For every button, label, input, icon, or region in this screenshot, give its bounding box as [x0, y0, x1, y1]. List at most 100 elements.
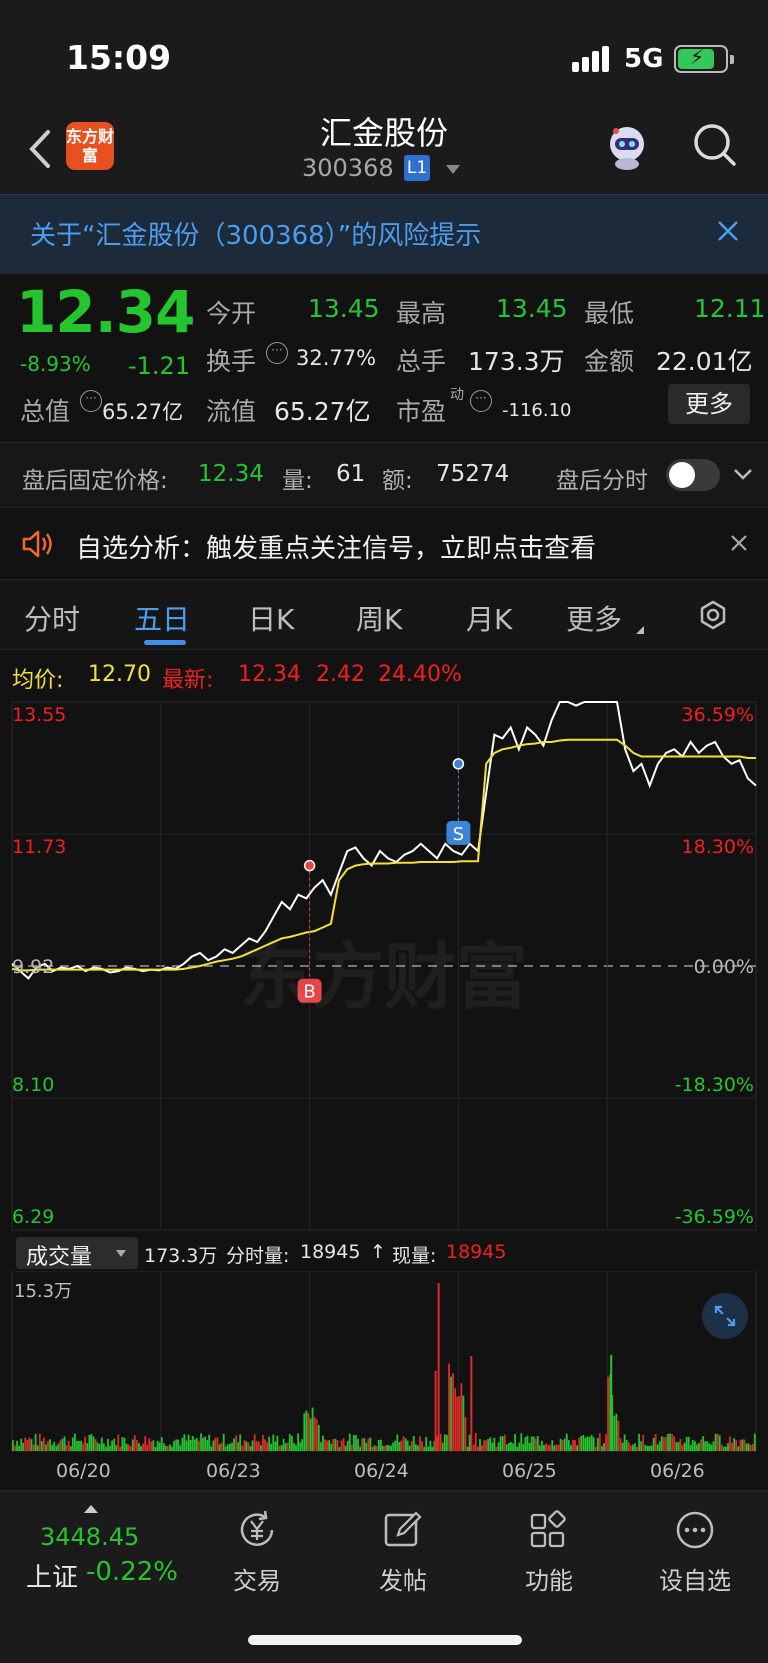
- nav-functions-label: 功能: [525, 1567, 573, 1595]
- signal-banner[interactable]: 自选分析：触发重点关注信号，立即点击查看: [0, 508, 768, 580]
- expand-button[interactable]: [702, 1293, 748, 1339]
- volume-bar: [307, 1413, 310, 1451]
- volume-bar: [293, 1443, 295, 1451]
- nav-functions[interactable]: 功能: [504, 1507, 594, 1607]
- nav-add-watchlist[interactable]: 设自选: [650, 1507, 740, 1607]
- volume-bar: [156, 1440, 159, 1451]
- volume-bar: [691, 1439, 694, 1451]
- volume-chart-svg: [11, 1271, 757, 1452]
- volume-bar: [237, 1442, 240, 1451]
- volume-bar: [410, 1441, 413, 1451]
- level-dropdown-icon[interactable]: [446, 165, 460, 174]
- volume-bar: [260, 1445, 262, 1451]
- volume-bar: [379, 1439, 382, 1451]
- signal-text[interactable]: 自选分析：触发重点关注信号，立即点击查看: [76, 528, 596, 565]
- volume-bar: [61, 1438, 64, 1451]
- volume-bar: [204, 1436, 206, 1451]
- tab-weekly-k[interactable]: 周K: [356, 598, 402, 638]
- price-chart[interactable]: BS 东方财富 13.55 11.73 9.92 8.10 6.29 36.59…: [0, 700, 768, 1235]
- volume-bar: [282, 1438, 285, 1451]
- volume-bar: [638, 1433, 640, 1451]
- volume-max-label: 15.3万: [14, 1281, 73, 1302]
- volume-bar: [547, 1444, 550, 1451]
- stat-label: 市盈: [396, 397, 447, 426]
- robot-avatar-icon[interactable]: [602, 122, 652, 172]
- x-axis: 06/20 06/23 06/24 06/25 06/26: [0, 1456, 768, 1490]
- tab-intraday[interactable]: 分时: [24, 598, 80, 638]
- volume-bar: [598, 1433, 601, 1451]
- tab-daily-k[interactable]: 日K: [248, 598, 294, 638]
- volume-bar: [574, 1440, 576, 1451]
- search-button[interactable]: [690, 120, 740, 170]
- volume-chart[interactable]: 15.3万: [0, 1271, 768, 1456]
- volume-bar: [154, 1446, 157, 1451]
- volume-bar: [534, 1438, 537, 1451]
- home-indicator: [248, 1635, 522, 1645]
- nav-post[interactable]: 发帖: [358, 1507, 448, 1607]
- tab-monthly-k[interactable]: 月K: [466, 598, 512, 638]
- volume-bar: [656, 1444, 659, 1451]
- volume-bar: [78, 1440, 80, 1451]
- volume-bar: [220, 1442, 223, 1451]
- volume-bar: [299, 1442, 302, 1451]
- volume-bar: [257, 1441, 260, 1451]
- tab-more[interactable]: 更多: [566, 598, 622, 638]
- volume-bar: [57, 1443, 60, 1451]
- volume-bar: [171, 1446, 173, 1451]
- volume-bar: [30, 1439, 33, 1451]
- nav-trade[interactable]: 交易: [212, 1507, 302, 1607]
- volume-bar: [592, 1437, 595, 1451]
- volume-bar: [272, 1434, 275, 1451]
- after-hours-toggle[interactable]: [666, 459, 720, 491]
- back-button[interactable]: [22, 124, 62, 174]
- volume-bar: [565, 1433, 568, 1451]
- volume-bar: [367, 1438, 370, 1451]
- x-tick: 06/25: [502, 1460, 557, 1482]
- volume-bar: [301, 1439, 304, 1451]
- volume-bar: [86, 1443, 89, 1451]
- risk-banner[interactable]: 关于“汇金股份（300368）”的风险提示: [0, 194, 768, 274]
- network-label: 5G: [624, 44, 664, 74]
- volume-bar: [698, 1442, 700, 1451]
- volume-bar: [185, 1440, 188, 1451]
- close-icon[interactable]: [728, 532, 750, 554]
- volume-selector[interactable]: 成交量: [16, 1237, 138, 1270]
- tab-five-day[interactable]: 五日: [134, 598, 190, 638]
- info-icon[interactable]: ···: [470, 390, 492, 412]
- volume-bar: [18, 1445, 20, 1451]
- volume-bar: [462, 1395, 465, 1451]
- volume-bar: [136, 1440, 138, 1451]
- settings-button[interactable]: [694, 596, 732, 634]
- stat-value-open: 13.45: [308, 294, 380, 323]
- index-widget[interactable]: 3448.45 上证 -0.22%: [16, 1501, 186, 1601]
- stat-value-low: 12.11: [694, 294, 766, 323]
- volume-bar: [572, 1439, 574, 1451]
- info-icon[interactable]: ···: [266, 342, 288, 364]
- gear-icon: [700, 600, 726, 630]
- volume-bar: [588, 1436, 591, 1451]
- volume-bar: [443, 1434, 446, 1451]
- volume-bar: [231, 1442, 233, 1451]
- volume-bar: [175, 1439, 178, 1451]
- volume-bar: [16, 1440, 18, 1451]
- vol-arrow: ↑: [370, 1241, 386, 1263]
- volume-bar: [576, 1445, 578, 1451]
- nav-post-label: 发帖: [379, 1567, 427, 1595]
- volume-bar: [371, 1446, 374, 1451]
- chevron-down-icon[interactable]: [732, 463, 754, 485]
- volume-bar: [96, 1442, 99, 1451]
- risk-banner-text[interactable]: 关于“汇金股份（300368）”的风险提示: [30, 215, 481, 252]
- level-badge[interactable]: L1: [404, 155, 430, 181]
- volume-bar: [508, 1442, 510, 1451]
- info-icon[interactable]: ···: [80, 390, 102, 412]
- close-icon[interactable]: [714, 217, 742, 245]
- yen-exchange-icon: [240, 1510, 274, 1546]
- volume-bar: [251, 1440, 254, 1451]
- volume-bar: [615, 1413, 618, 1451]
- volume-bar: [702, 1436, 705, 1451]
- more-button[interactable]: 更多: [668, 384, 750, 424]
- volume-bar: [640, 1441, 643, 1451]
- volume-bar: [669, 1433, 671, 1451]
- volume-bar: [747, 1443, 750, 1451]
- volume-bar: [512, 1443, 514, 1451]
